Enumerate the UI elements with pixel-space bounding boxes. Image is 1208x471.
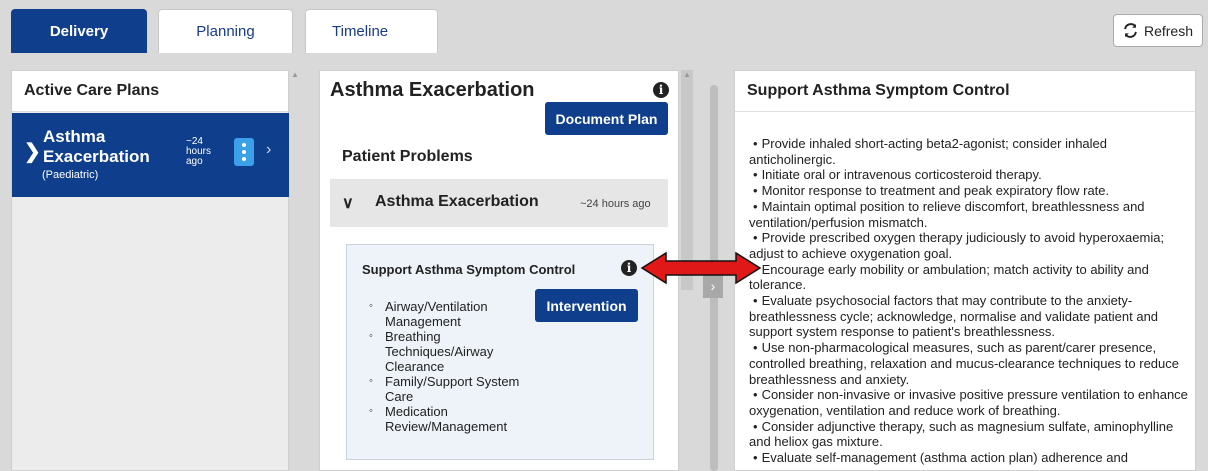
list-item: Evaluate self-management (asthma action … bbox=[749, 450, 1189, 466]
info-icon[interactable]: i bbox=[653, 82, 669, 98]
chevron-right-icon: ❯ bbox=[24, 141, 41, 163]
list-item: Evaluate psychosocial factors that may c… bbox=[749, 293, 1189, 340]
guidance-list: Provide inhaled short-acting beta2-agoni… bbox=[749, 136, 1189, 466]
double-arrow-icon bbox=[640, 251, 762, 285]
care-plan-title: Asthma Exacerbation bbox=[43, 127, 150, 166]
panel-title: Support Asthma Symptom Control bbox=[735, 71, 1195, 112]
list-item: Initiate oral or intravenous corticoster… bbox=[749, 167, 1189, 183]
list-item: Consider non-invasive or invasive positi… bbox=[749, 387, 1189, 418]
list-item: Use non-pharmacological measures, such a… bbox=[749, 340, 1189, 387]
care-plan-item[interactable]: ❯ Asthma Exacerbation (Paediatric) ~24 h… bbox=[12, 113, 289, 197]
list-item: Provide inhaled short-acting beta2-agoni… bbox=[749, 136, 1189, 167]
tab-timeline[interactable]: Timeline bbox=[305, 9, 438, 53]
intervention-list: Airway/Ventilation Management Breathing … bbox=[369, 299, 530, 434]
info-icon[interactable]: i bbox=[621, 260, 637, 276]
goal-title: Support Asthma Symptom Control bbox=[362, 262, 576, 277]
intervention-button[interactable]: Intervention bbox=[535, 289, 638, 322]
tab-delivery[interactable]: Delivery bbox=[11, 9, 147, 53]
list-item: Breathing Techniques/Airway Clearance bbox=[369, 329, 530, 374]
care-plan-subtitle: (Paediatric) bbox=[42, 169, 99, 181]
tab-planning[interactable]: Planning bbox=[158, 9, 293, 53]
panel-title: Active Care Plans bbox=[12, 71, 288, 112]
list-item: Provide prescribed oxygen therapy judici… bbox=[749, 230, 1189, 261]
list-item: Encourage early mobility or ambulation; … bbox=[749, 262, 1189, 293]
care-plan-detail-panel: Asthma Exacerbation i Document Plan Pati… bbox=[319, 70, 679, 471]
refresh-button[interactable]: Refresh bbox=[1113, 14, 1203, 47]
scroll-up-icon[interactable]: ▲ bbox=[291, 70, 299, 79]
refresh-icon bbox=[1124, 23, 1137, 38]
more-options-icon[interactable] bbox=[234, 138, 254, 166]
problem-row[interactable]: ∨ Asthma Exacerbation ~24 hours ago bbox=[330, 179, 668, 227]
list-item: Family/Support System Care bbox=[369, 374, 530, 404]
document-plan-button[interactable]: Document Plan bbox=[545, 102, 668, 135]
goal-card: Support Asthma Symptom Control i Interve… bbox=[346, 244, 654, 460]
list-item: Consider adjunctive therapy, such as mag… bbox=[749, 419, 1189, 450]
list-item: Maintain optimal position to relieve dis… bbox=[749, 199, 1189, 230]
refresh-label: Refresh bbox=[1143, 22, 1194, 39]
list-item: Medication Review/Management bbox=[369, 404, 530, 434]
problem-time: ~24 hours ago bbox=[580, 198, 651, 210]
scroll-up-icon[interactable]: ▲ bbox=[683, 70, 691, 79]
active-care-plans-panel: Active Care Plans ❯ Asthma Exacerbation … bbox=[11, 70, 289, 471]
care-plan-time: ~24 hours ago bbox=[186, 136, 212, 167]
guidance-panel: Support Asthma Symptom Control Provide i… bbox=[734, 70, 1196, 471]
chevron-right-icon[interactable]: › bbox=[266, 141, 271, 159]
chevron-down-icon: ∨ bbox=[342, 195, 354, 212]
list-item: Monitor response to treatment and peak e… bbox=[749, 183, 1189, 199]
problem-name: Asthma Exacerbation bbox=[375, 193, 539, 210]
list-item: Airway/Ventilation Management bbox=[369, 299, 530, 329]
page-title: Asthma Exacerbation bbox=[330, 79, 535, 101]
section-title: Patient Problems bbox=[342, 148, 473, 165]
